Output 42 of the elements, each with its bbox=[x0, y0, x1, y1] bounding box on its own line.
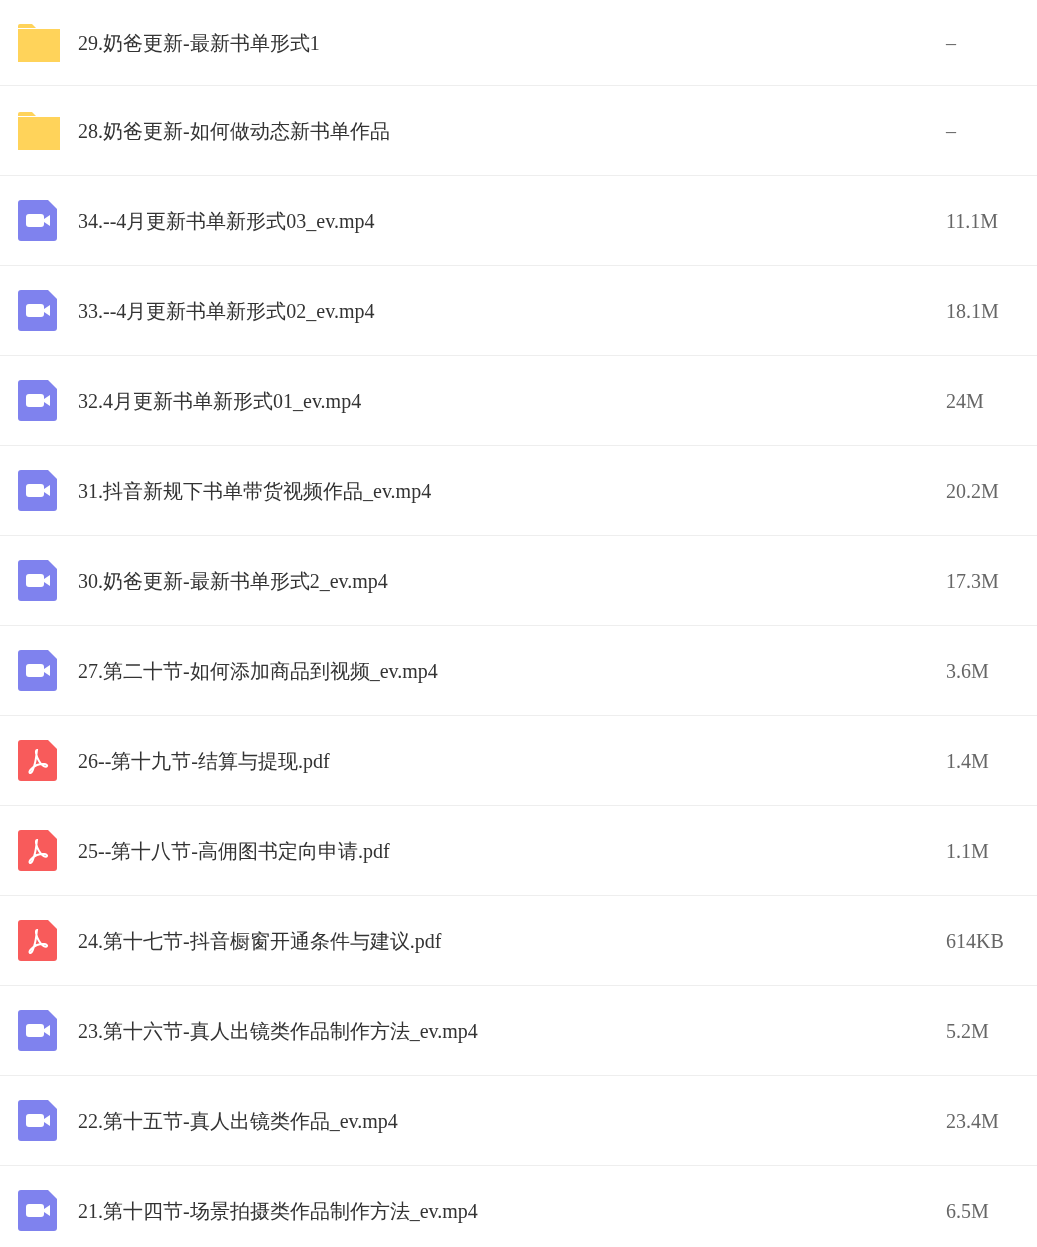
file-size: 20.2M bbox=[946, 478, 1000, 504]
file-size: 1.4M bbox=[946, 748, 990, 774]
file-size: 5.2M bbox=[946, 1018, 990, 1044]
video-camera-icon bbox=[18, 1010, 57, 1051]
file-name[interactable]: 29.奶爸更新-最新书单形式1 bbox=[78, 27, 946, 58]
file-name[interactable]: 27.第二十节-如何添加商品到视频_ev.mp4 bbox=[78, 655, 946, 686]
video-camera-icon bbox=[18, 560, 57, 601]
file-name[interactable]: 33.--4月更新书单新形式02_ev.mp4 bbox=[78, 295, 946, 326]
video-camera-icon bbox=[18, 1190, 57, 1231]
folder-icon bbox=[18, 111, 60, 150]
video-camera-icon bbox=[18, 380, 57, 421]
file-size: 1.1M bbox=[946, 838, 990, 864]
file-name[interactable]: 23.第十六节-真人出镜类作品制作方法_ev.mp4 bbox=[78, 1015, 946, 1046]
file-name[interactable]: 31.抖音新规下书单带货视频作品_ev.mp4 bbox=[78, 475, 946, 506]
pdf-file-icon bbox=[18, 740, 57, 781]
file-size: – bbox=[946, 118, 957, 144]
file-size: 17.3M bbox=[946, 568, 1000, 594]
file-name[interactable]: 28.奶爸更新-如何做动态新书单作品 bbox=[78, 115, 946, 146]
file-size: 11.1M bbox=[946, 208, 1000, 234]
folder-icon bbox=[18, 23, 60, 62]
file-name[interactable]: 24.第十七节-抖音橱窗开通条件与建议.pdf bbox=[78, 925, 946, 956]
file-size: 23.4M bbox=[946, 1108, 1000, 1134]
file-name[interactable]: 22.第十五节-真人出镜类作品_ev.mp4 bbox=[78, 1105, 946, 1136]
file-size: 3.6M bbox=[946, 658, 990, 684]
file-name[interactable]: 21.第十四节-场景拍摄类作品制作方法_ev.mp4 bbox=[78, 1195, 946, 1226]
file-name[interactable]: 32.4月更新书单新形式01_ev.mp4 bbox=[78, 385, 946, 416]
file-size: 6.5M bbox=[946, 1198, 990, 1224]
file-name[interactable]: 25--第十八节-高佣图书定向申请.pdf bbox=[78, 835, 946, 866]
video-camera-icon bbox=[18, 200, 57, 241]
pdf-file-icon bbox=[18, 830, 57, 871]
file-name[interactable]: 26--第十九节-结算与提现.pdf bbox=[78, 745, 946, 776]
video-camera-icon bbox=[18, 1100, 57, 1141]
file-size: 24M bbox=[946, 388, 985, 414]
file-size: – bbox=[946, 30, 957, 56]
file-size: 18.1M bbox=[946, 298, 1000, 324]
video-camera-icon bbox=[18, 290, 57, 331]
file-size: 614KB bbox=[946, 928, 1005, 954]
video-camera-icon bbox=[18, 470, 57, 511]
video-camera-icon bbox=[18, 650, 57, 691]
file-name[interactable]: 30.奶爸更新-最新书单形式2_ev.mp4 bbox=[78, 565, 946, 596]
pdf-file-icon bbox=[18, 920, 57, 961]
file-name[interactable]: 34.--4月更新书单新形式03_ev.mp4 bbox=[78, 205, 946, 236]
